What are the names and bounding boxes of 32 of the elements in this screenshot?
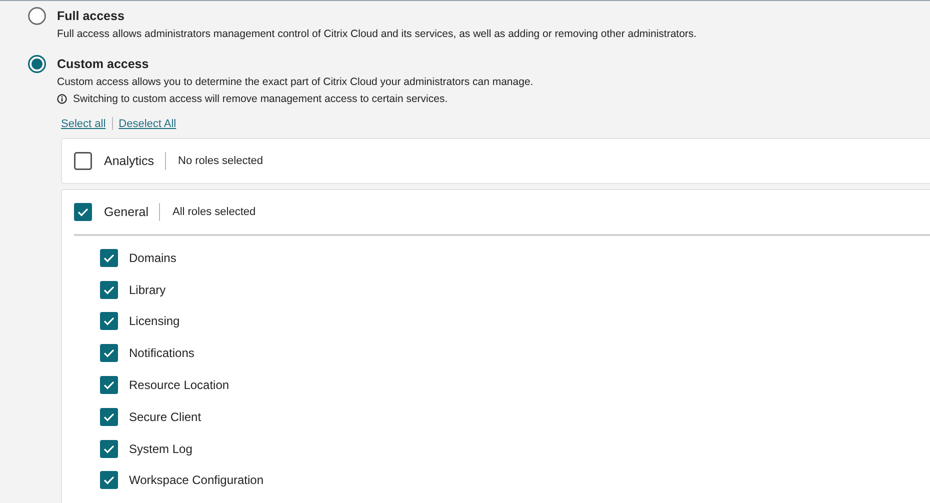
- option-title: Full access: [57, 8, 126, 25]
- role-status: No roles selected: [178, 155, 264, 167]
- role-label: Library: [129, 282, 166, 297]
- role-label: Workspace Configuration: [129, 473, 264, 488]
- service-name: General: [104, 203, 160, 221]
- role-label: Notifications: [129, 346, 194, 360]
- text-link[interactable]: Select all: [61, 118, 106, 130]
- checkbox[interactable]: [100, 344, 118, 362]
- option-title: Custom access: [57, 56, 150, 73]
- role-label: Secure Client: [129, 410, 202, 424]
- option-description: Custom access allows you to determine the exact part of Citrix Cloud your administrators can manage.: [57, 76, 534, 88]
- text-link[interactable]: Deselect All: [118, 118, 176, 130]
- service-name: Analytics: [104, 152, 166, 170]
- warning-text: Switching to custom access will remove management access to certain services.: [73, 93, 448, 105]
- role-label: Domains: [129, 250, 176, 265]
- radio-button[interactable]: [28, 7, 46, 25]
- checkbox[interactable]: [74, 152, 92, 170]
- option-description: Full access allows administrators management control of Citrix Cloud and its services, as well as adding or removing other administrators.: [57, 28, 697, 40]
- role-status: All roles selected: [172, 206, 256, 218]
- checkbox[interactable]: [100, 248, 118, 267]
- checkbox[interactable]: [74, 203, 92, 221]
- checkbox[interactable]: [100, 471, 118, 490]
- radio-button[interactable]: [28, 55, 46, 73]
- checkbox[interactable]: [100, 440, 118, 458]
- role-label: System Log: [129, 442, 192, 456]
- role-label: Resource Location: [129, 378, 230, 392]
- checkbox[interactable]: [100, 408, 118, 426]
- info-icon: [57, 94, 67, 104]
- checkbox[interactable]: [100, 376, 118, 394]
- checkbox[interactable]: [100, 312, 118, 330]
- role-label: Licensing: [129, 314, 180, 328]
- checkbox[interactable]: [100, 280, 118, 299]
